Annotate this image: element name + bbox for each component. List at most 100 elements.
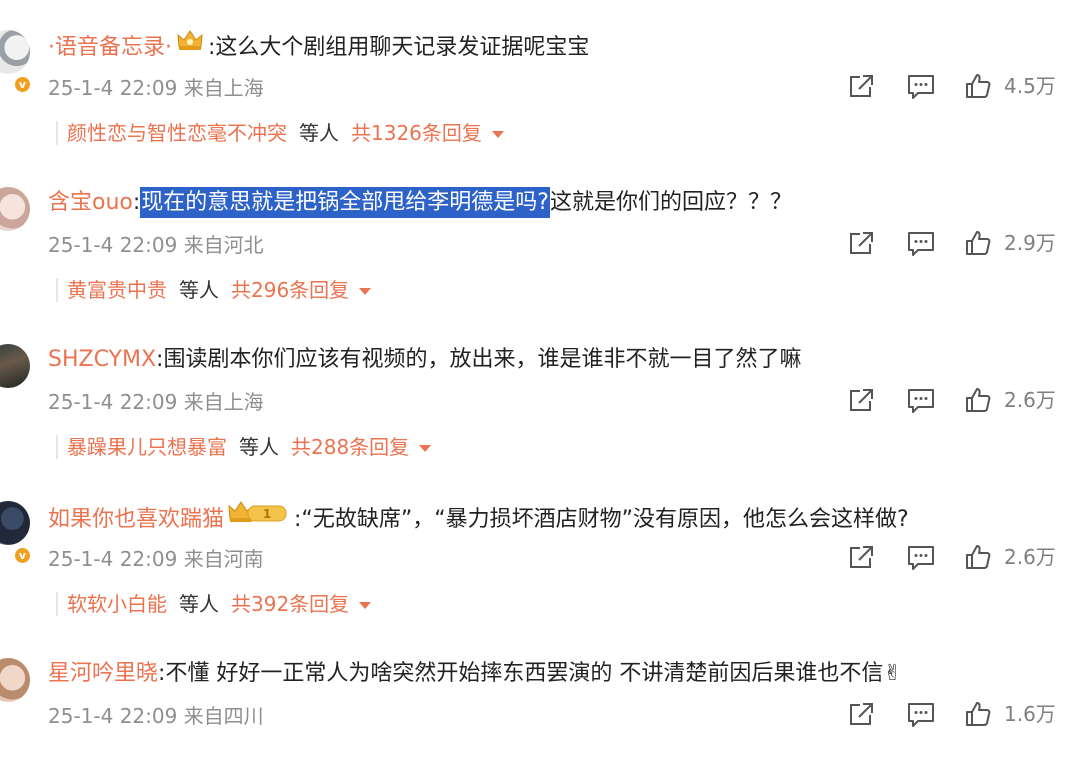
comment-text: :这么大个剧组用聊天记录发证据呢宝宝 — [208, 35, 590, 60]
comment-location: 来自河北 — [183, 233, 264, 257]
comment-text: :围读剧本你们应该有视频的，放出来，谁是谁非不就一目了然了嘛 — [156, 347, 802, 372]
reply-divider — [56, 435, 58, 459]
share-button[interactable] — [846, 72, 876, 100]
comment-date: 25-1-4 22:09 — [48, 76, 178, 100]
thumbs-up-icon — [966, 702, 991, 726]
avatar[interactable] — [0, 187, 30, 231]
username[interactable]: ·语音备忘录· — [48, 35, 172, 60]
comment-line: 含宝ouo:现在的意思就是把锅全部甩给李明德是吗?这就是你们的回应？？？ — [48, 185, 792, 221]
comment-meta: 25-1-4 22:09 来自四川 — [48, 702, 264, 730]
comment-item: 含宝ouo:现在的意思就是把锅全部甩给李明德是吗?这就是你们的回应？？？ 25-… — [0, 157, 1080, 313]
comment-date: 25-1-4 22:09 — [48, 390, 178, 414]
comment-item: v ·语音备忘录· :这么大个剧组用聊天记录发证据呢宝宝 25-1-4 22:09… — [0, 0, 1080, 156]
comment-button[interactable] — [906, 72, 936, 100]
highlighted-text-selection[interactable]: 现在的意思就是把锅全部甩给李明德是吗? — [140, 187, 550, 218]
reply-username[interactable]: 暴躁果儿只想暴富 — [67, 432, 227, 462]
reply-divider — [56, 121, 58, 145]
comment-line: ·语音备忘录· :这么大个剧组用聊天记录发证据呢宝宝 — [48, 28, 589, 68]
comment-item: SHZCYMX:围读剧本你们应该有视频的，放出来，谁是谁非不就一目了然了嘛 25… — [0, 314, 1080, 470]
caret-down-icon[interactable] — [359, 287, 372, 295]
comment-meta: 25-1-4 22:09 来自上海 — [48, 74, 264, 102]
reply-others-label: 等人 — [239, 435, 279, 459]
comment-meta: 25-1-4 22:09 来自上海 — [48, 388, 264, 416]
comment-line: 星河吟里晓:不懂 好好一正常人为啥突然开始摔东西罢演的 不讲清楚前因后果谁也不信… — [48, 656, 902, 692]
reply-username[interactable]: 黄富贵中贵 — [67, 275, 167, 305]
replies-summary[interactable]: 暴躁果儿只想暴富 等人 共288条回复 — [56, 432, 432, 462]
share-icon — [850, 232, 873, 254]
like-button[interactable]: 2.9万 — [964, 229, 1056, 257]
verified-badge-icon: v — [14, 76, 31, 93]
avatar[interactable] — [0, 658, 30, 702]
reply-username[interactable]: 软软小白能 — [67, 589, 167, 619]
reply-others-label: 等人 — [179, 592, 219, 616]
username[interactable]: 含宝ouo — [48, 190, 133, 215]
comment-date: 25-1-4 22:09 — [48, 547, 178, 571]
comment-location: 来自上海 — [183, 76, 264, 100]
reply-divider — [56, 278, 58, 302]
like-button[interactable]: 4.5万 — [964, 72, 1056, 100]
like-button[interactable]: 2.6万 — [964, 386, 1056, 414]
comment-button[interactable] — [906, 386, 936, 414]
caret-down-icon[interactable] — [359, 601, 372, 609]
svg-text:1: 1 — [263, 507, 271, 521]
crown-level-1-icon: 1 — [228, 499, 290, 537]
comment-text: 这就是你们的回应？？？ — [549, 190, 792, 215]
thumbs-up-icon — [966, 388, 991, 412]
reply-others-label: 等人 — [299, 121, 339, 145]
caret-down-icon[interactable] — [491, 130, 504, 138]
comment-meta: 25-1-4 22:09 来自河北 — [48, 231, 264, 259]
comment-icon — [908, 389, 934, 413]
verified-badge-icon: v — [14, 547, 31, 564]
reply-username[interactable]: 颜性恋与智性恋毫不冲突 — [67, 118, 287, 148]
avatar[interactable] — [0, 344, 30, 388]
thumbs-up-icon — [966, 545, 991, 569]
replies-summary[interactable]: 黄富贵中贵 等人 共296条回复 — [56, 275, 372, 305]
reply-others-label: 等人 — [179, 278, 219, 302]
replies-summary[interactable]: 软软小白能 等人 共392条回复 — [56, 589, 372, 619]
like-count: 1.6万 — [1004, 702, 1056, 726]
comment-date: 25-1-4 22:09 — [48, 233, 178, 257]
username[interactable]: SHZCYMX — [48, 347, 156, 372]
like-count: 2.6万 — [1004, 545, 1056, 569]
crown-icon — [176, 28, 204, 64]
comment-text: :不懂 好好一正常人为啥突然开始摔东西罢演的 不讲清楚前因后果谁也不信✌ — [158, 661, 902, 686]
like-count: 4.5万 — [1004, 74, 1056, 98]
comment-icon — [908, 75, 934, 99]
share-button[interactable] — [846, 543, 876, 571]
comment-button[interactable] — [906, 229, 936, 257]
reply-total-link[interactable]: 共1326条回复 — [351, 118, 482, 148]
share-icon — [850, 389, 873, 411]
like-button[interactable]: 1.6万 — [964, 700, 1056, 728]
username[interactable]: 星河吟里晓 — [48, 661, 158, 686]
comment-icon — [908, 546, 934, 570]
replies-summary[interactable]: 颜性恋与智性恋毫不冲突 等人 共1326条回复 — [56, 118, 504, 148]
share-button[interactable] — [846, 229, 876, 257]
reply-divider — [56, 592, 58, 616]
comment-text: :“无故缺席”，“暴力损坏酒店财物”没有原因，他怎么会这样做? — [294, 507, 909, 532]
reply-total-link[interactable]: 共288条回复 — [291, 432, 409, 462]
comment-line: SHZCYMX:围读剧本你们应该有视频的，放出来，谁是谁非不就一目了然了嘛 — [48, 342, 801, 378]
comment-location: 来自河南 — [183, 547, 264, 571]
comment-date: 25-1-4 22:09 — [48, 704, 178, 728]
comment-item: 星河吟里晓:不懂 好好一正常人为啥突然开始摔东西罢演的 不讲清楚前因后果谁也不信… — [0, 628, 1080, 784]
reply-total-link[interactable]: 共296条回复 — [231, 275, 349, 305]
comment-location: 来自上海 — [183, 390, 264, 414]
comment-button[interactable] — [906, 700, 936, 728]
thumbs-up-icon — [966, 74, 991, 98]
share-button[interactable] — [846, 700, 876, 728]
username[interactable]: 如果你也喜欢踹猫 — [48, 507, 224, 532]
share-icon — [850, 75, 873, 97]
like-count: 2.9万 — [1004, 231, 1056, 255]
comment-item: v 如果你也喜欢踹猫 1 :“无故缺席”，“暴力损坏酒店财物”没有原因，他怎么会这样… — [0, 471, 1080, 627]
comment-icon — [908, 232, 934, 256]
avatar[interactable] — [0, 501, 30, 545]
share-button[interactable] — [846, 386, 876, 414]
avatar[interactable] — [0, 30, 30, 74]
share-icon — [850, 703, 873, 725]
thumbs-up-icon — [966, 231, 991, 255]
comment-button[interactable] — [906, 543, 936, 571]
like-count: 2.6万 — [1004, 388, 1056, 412]
reply-total-link[interactable]: 共392条回复 — [231, 589, 349, 619]
like-button[interactable]: 2.6万 — [964, 543, 1056, 571]
caret-down-icon[interactable] — [419, 444, 432, 452]
